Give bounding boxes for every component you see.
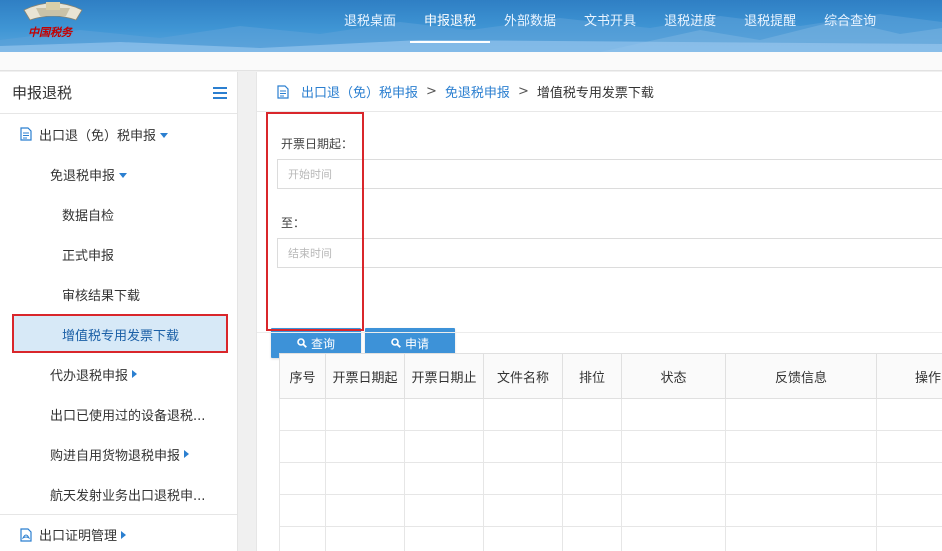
sidebar-item-export-refund-declare[interactable]: 出口退（免）税申报 (0, 114, 237, 154)
search-icon (391, 338, 401, 348)
col-header-feedback: 反馈信息 (725, 353, 877, 399)
caret-right-icon (184, 450, 190, 458)
table-row (279, 494, 942, 527)
nav-tab-tax-desktop[interactable]: 退税桌面 (330, 0, 410, 44)
sidebar-item-aerospace-refund[interactable]: 航天发射业务出口退税申... (0, 474, 237, 514)
sidebar-header: 申报退税 (0, 72, 237, 114)
nav-tab-document-issue[interactable]: 文书开具 (570, 0, 650, 44)
col-header-date-start: 开票日期起 (325, 353, 405, 399)
document-icon (20, 127, 32, 141)
sidebar-item-data-selfcheck[interactable]: 数据自检 (0, 194, 237, 234)
sidebar: 申报退税 出口退（免）税申报 免退税申报 数据自检 正式申报 审核结果下载 增值… (0, 72, 238, 551)
top-header: 中国税务 退税桌面 申报退税 外部数据 文书开具 退税进度 退税提醒 综合查询 (0, 0, 942, 52)
end-date-input[interactable] (277, 238, 942, 268)
sidebar-item-label: 增值税专用发票下载 (62, 328, 180, 344)
breadcrumb-current: 增值税专用发票下载 (536, 86, 654, 101)
sidebar-item-exempt-refund-declare[interactable]: 免退税申报 (0, 154, 237, 194)
nav-tab-external-data[interactable]: 外部数据 (490, 0, 570, 44)
breadcrumb: 出口退（免）税申报 > 免退税申报 > 增值税专用发票下载 (257, 72, 942, 112)
search-icon (297, 338, 307, 348)
sidebar-item-label: 免退税申报 (50, 168, 116, 184)
main-nav: 退税桌面 申报退税 外部数据 文书开具 退税进度 退税提醒 综合查询 (330, 0, 890, 44)
query-button-label: 查询 (310, 336, 335, 351)
sidebar-item-label: 审核结果下载 (62, 288, 141, 304)
table-row (279, 398, 942, 431)
sidebar-item-label: 出口已使用过的设备退税... (50, 408, 206, 424)
sidebar-item-label: 正式申报 (62, 248, 115, 264)
nav-tab-refund-reminder[interactable]: 退税提醒 (730, 0, 810, 44)
caret-down-icon (160, 132, 169, 138)
col-header-date-end: 开票日期止 (404, 353, 484, 399)
sidebar-item-used-equipment-refund[interactable]: 出口已使用过的设备退税... (0, 394, 237, 434)
col-header-action: 操作 (876, 353, 942, 399)
pdf-document-icon (20, 527, 32, 542)
nav-tab-refund-progress[interactable]: 退税进度 (650, 0, 730, 44)
sidebar-item-label: 出口退（免）税申报 (39, 128, 157, 144)
sidebar-item-formal-declare[interactable]: 正式申报 (0, 234, 237, 274)
main-panel: 出口退（免）税申报 > 免退税申报 > 增值税专用发票下载 开票日期起： 至： … (256, 72, 942, 551)
breadcrumb-separator: > (517, 84, 529, 99)
sidebar-item-vat-invoice-download[interactable]: 增值税专用发票下载 (0, 314, 237, 354)
document-icon (277, 84, 289, 99)
table-row (279, 430, 942, 463)
breadcrumb-separator: > (426, 84, 437, 99)
sidebar-item-label: 数据自检 (62, 208, 115, 224)
result-table: 序号 开票日期起 开票日期止 文件名称 排位 状态 反馈信息 操作 (279, 353, 942, 551)
hamburger-menu-icon[interactable] (213, 86, 227, 99)
table-row (279, 462, 942, 495)
table-row (279, 526, 942, 551)
col-header-status: 状态 (621, 353, 726, 399)
result-table-wrap: 序号 开票日期起 开票日期止 文件名称 排位 状态 反馈信息 操作 (279, 353, 942, 551)
header-strip (0, 52, 942, 71)
sidebar-item-label: 代办退税申报 (50, 368, 129, 384)
sidebar-item-self-use-goods-refund[interactable]: 购进自用货物退税申报 (0, 434, 237, 474)
sidebar-item-label: 航天发射业务出口退税申... (50, 488, 206, 504)
caret-down-icon (119, 172, 128, 178)
sidebar-item-audit-result-download[interactable]: 审核结果下载 (0, 274, 237, 314)
sidebar-item-label: 出口证明管理 (39, 529, 118, 544)
col-header-rank: 排位 (562, 353, 622, 399)
breadcrumb-link-exempt-refund[interactable]: 免退税申报 (445, 82, 510, 101)
breadcrumb-link-export-refund[interactable]: 出口退（免）税申报 (301, 82, 418, 101)
nav-tab-declare-refund[interactable]: 申报退税 (410, 0, 491, 44)
caret-right-icon (121, 530, 127, 539)
form-highlight-box (266, 112, 364, 331)
start-date-input[interactable] (277, 159, 942, 189)
col-header-filename: 文件名称 (483, 353, 563, 399)
sidebar-title: 申报退税 (12, 84, 73, 102)
apply-button-label: 申请 (404, 336, 429, 351)
divider (257, 332, 942, 333)
sidebar-item-label: 购进自用货物退税申报 (50, 448, 181, 464)
table-header-row: 序号 开票日期起 开票日期止 文件名称 排位 状态 反馈信息 操作 (279, 353, 942, 399)
col-header-index: 序号 (279, 353, 326, 399)
caret-right-icon (132, 370, 138, 378)
sidebar-item-export-certificate[interactable]: 出口证明管理 (0, 514, 237, 551)
nav-tab-comprehensive-query[interactable]: 综合查询 (810, 0, 890, 44)
logo-text: 中国税务 (28, 26, 72, 39)
sidebar-item-agent-refund-declare[interactable]: 代办退税申报 (0, 354, 237, 394)
